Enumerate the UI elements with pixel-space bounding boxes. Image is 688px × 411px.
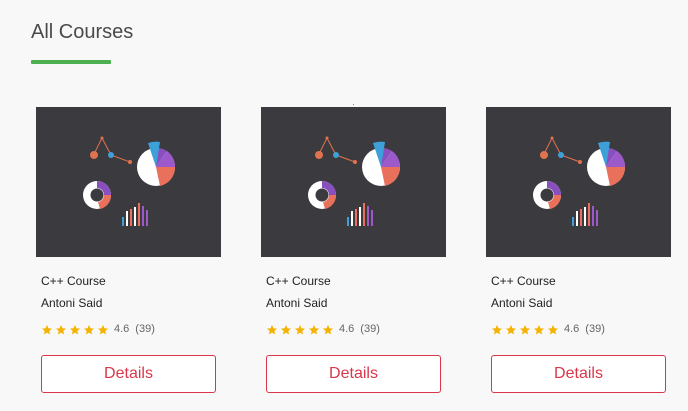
rating-row: 4.6 (39) bbox=[266, 323, 380, 335]
title-underline bbox=[31, 60, 111, 64]
course-thumbnail[interactable] bbox=[261, 107, 446, 257]
review-count: (39) bbox=[360, 323, 380, 335]
rating-value: 4.6 bbox=[564, 323, 580, 335]
details-button[interactable]: Details bbox=[491, 355, 666, 393]
course-author: Antoni Said bbox=[41, 296, 103, 310]
rating-row: 4.6 (39) bbox=[491, 323, 605, 335]
rating-value: 4.6 bbox=[114, 323, 130, 335]
course-thumbnail[interactable] bbox=[486, 107, 671, 257]
course-card: C++ Course Antoni Said 4.6 (39) Details bbox=[36, 107, 221, 393]
star-icon bbox=[322, 323, 334, 335]
star-icon bbox=[55, 323, 67, 335]
star-icon bbox=[83, 323, 95, 335]
star-icon bbox=[519, 323, 531, 335]
star-icon bbox=[491, 323, 503, 335]
course-author: Antoni Said bbox=[266, 296, 328, 310]
course-card: C++ Course Antoni Said 4.6 (39) Details bbox=[486, 107, 671, 393]
course-thumbnail-illustration-icon bbox=[308, 136, 401, 226]
star-icon bbox=[308, 323, 320, 335]
rating-row: 4.6 (39) bbox=[41, 323, 155, 335]
course-card: C++ Course Antoni Said 4.6 (39) Details bbox=[261, 107, 446, 393]
course-name: C++ Course bbox=[266, 274, 331, 288]
course-name: C++ Course bbox=[491, 274, 556, 288]
details-button[interactable]: Details bbox=[41, 355, 216, 393]
course-thumbnail-illustration-icon bbox=[83, 136, 176, 226]
details-button[interactable]: Details bbox=[266, 355, 441, 393]
star-icon bbox=[280, 323, 292, 335]
review-count: (39) bbox=[135, 323, 155, 335]
course-name: C++ Course bbox=[41, 274, 106, 288]
star-icon bbox=[505, 323, 517, 335]
rating-value: 4.6 bbox=[339, 323, 355, 335]
course-thumbnail[interactable] bbox=[36, 107, 221, 257]
star-icon bbox=[69, 323, 81, 335]
star-icon bbox=[294, 323, 306, 335]
course-thumbnail-illustration-icon bbox=[533, 136, 626, 226]
star-icon bbox=[97, 323, 109, 335]
star-icon bbox=[533, 323, 545, 335]
course-author: Antoni Said bbox=[491, 296, 553, 310]
star-icon bbox=[41, 323, 53, 335]
review-count: (39) bbox=[585, 323, 605, 335]
decorative-dot bbox=[353, 104, 354, 105]
star-icon bbox=[547, 323, 559, 335]
section-title: All Courses bbox=[31, 21, 134, 43]
star-icon bbox=[266, 323, 278, 335]
